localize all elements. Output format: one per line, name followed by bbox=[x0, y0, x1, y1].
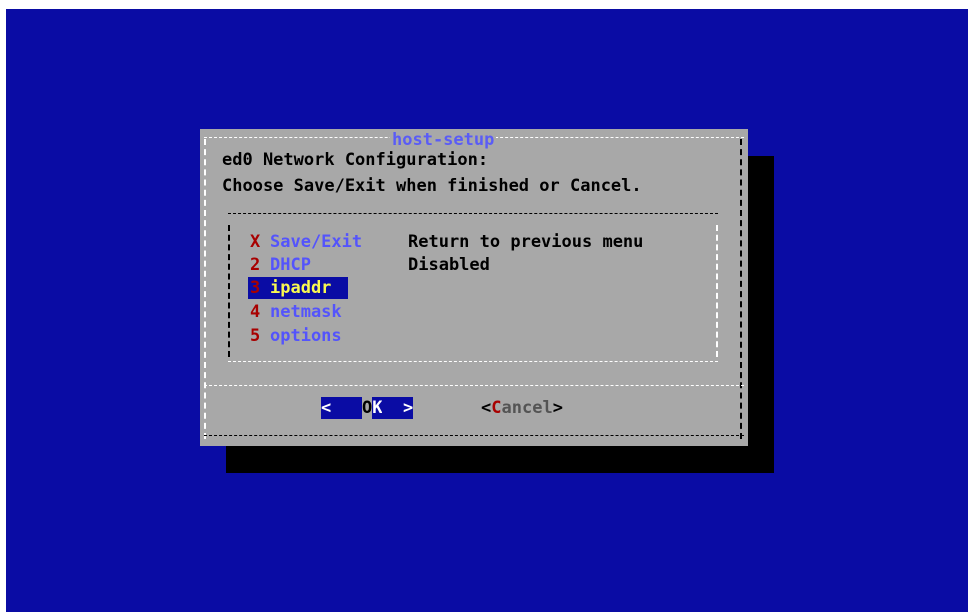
menu-tag: Save/Exit bbox=[270, 232, 363, 252]
menu-tag: DHCP bbox=[270, 255, 311, 275]
dialog-message-line2: Choose Save/Exit when finished or Cancel… bbox=[222, 176, 642, 196]
ok-bracket-left: < bbox=[321, 397, 332, 419]
cancel-button[interactable]: <Cancel> bbox=[481, 397, 563, 419]
dialog-message-line1: ed0 Network Configuration: bbox=[222, 150, 489, 170]
cancel-bracket-left: < bbox=[481, 398, 492, 418]
menu-bottom-border bbox=[228, 361, 718, 362]
ok-button[interactable]: < OK > bbox=[321, 397, 414, 419]
menu-tag: options bbox=[270, 326, 342, 346]
menu-key: 5 bbox=[250, 326, 261, 346]
menu-right-border bbox=[716, 225, 718, 357]
dialog-bottom-border bbox=[204, 435, 744, 436]
cancel-bracket-right: > bbox=[552, 398, 563, 418]
menu-key: X bbox=[250, 232, 261, 252]
dialog-left-border bbox=[204, 139, 206, 439]
menu-key: 4 bbox=[250, 302, 261, 322]
button-separator bbox=[204, 385, 744, 386]
cancel-hotkey: C bbox=[491, 398, 502, 418]
ok-label-o: O bbox=[361, 398, 373, 418]
menu-tag: ipaddr bbox=[270, 278, 332, 298]
dialog-right-border bbox=[740, 139, 742, 439]
host-setup-dialog: host-setup ed0 Network Configuration: Ch… bbox=[200, 129, 748, 446]
menu-tag: netmask bbox=[270, 302, 342, 322]
dialog-title: host-setup bbox=[390, 129, 497, 151]
menu-key: 2 bbox=[250, 255, 261, 275]
cancel-label: ancel bbox=[501, 398, 553, 418]
menu-top-border bbox=[228, 213, 718, 214]
menu-key: 3 bbox=[250, 278, 261, 298]
ok-label-k: K bbox=[372, 397, 383, 419]
menu-left-border bbox=[228, 225, 230, 357]
ok-bracket-right: > bbox=[402, 397, 414, 419]
menu-description: Return to previous menu bbox=[408, 232, 644, 252]
menu-description: Disabled bbox=[408, 255, 490, 275]
